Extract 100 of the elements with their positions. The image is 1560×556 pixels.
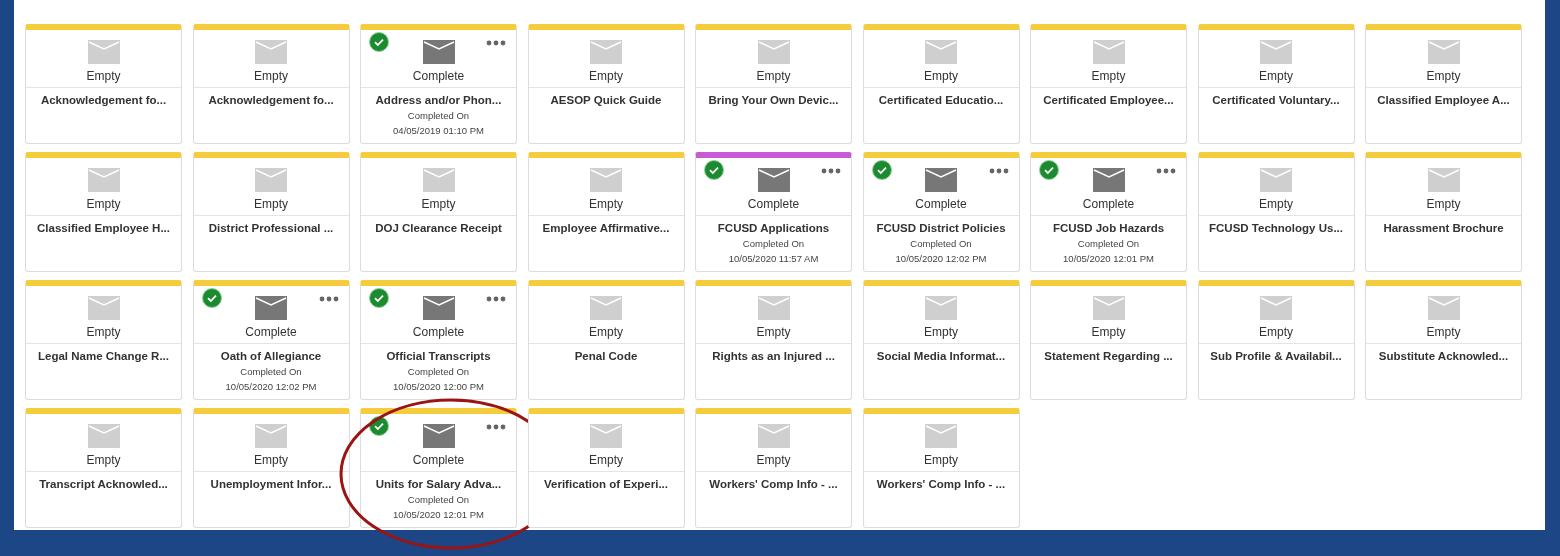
status-label: Empty: [1426, 69, 1461, 83]
envelope-icon: [1427, 296, 1460, 320]
status-label: Empty: [924, 325, 958, 339]
status-label: Empty: [86, 453, 121, 467]
envelope-icon: [1260, 168, 1292, 192]
envelope-icon: [757, 168, 790, 192]
more-icon[interactable]: [988, 168, 1009, 174]
more-icon[interactable]: [821, 168, 841, 174]
document-card[interactable]: Empty DOJ Clearance Receipt: [360, 152, 517, 272]
document-card[interactable]: Empty Verification of Experi...: [527, 408, 685, 528]
document-card[interactable]: Empty Statement Regarding ...: [1030, 280, 1187, 400]
check-icon: [369, 288, 389, 308]
status-label: Complete: [747, 197, 800, 211]
status-label: Empty: [924, 69, 958, 83]
document-title: Acknowledgement fo...: [40, 93, 167, 107]
envelope-icon: [925, 424, 957, 448]
document-card[interactable]: Complete Address and/or Phon... Completed On 04/05/2019 01:10 PM: [360, 24, 517, 144]
document-card[interactable]: Empty Workers' Comp Info - ...: [695, 408, 852, 528]
document-card[interactable]: Empty Acknowledgement fo...: [25, 24, 182, 144]
envelope-icon: [422, 296, 455, 320]
check-icon: [871, 160, 892, 180]
document-title: Verification of Experi...: [544, 477, 668, 491]
document-card[interactable]: Empty Employee Affirmative...: [527, 152, 685, 272]
more-icon[interactable]: [318, 296, 339, 302]
completed-date: 10/05/2020 12:02 PM: [225, 380, 317, 393]
status-label: Empty: [589, 197, 623, 211]
status-label: Empty: [1091, 325, 1126, 339]
status-label: Empty: [86, 197, 121, 211]
completed-date: 10/05/2020 12:01 PM: [1063, 252, 1154, 265]
envelope-icon: [590, 40, 622, 64]
more-icon[interactable]: [486, 424, 506, 430]
document-card[interactable]: Empty Workers' Comp Info - ...: [862, 408, 1020, 528]
document-title: Classified Employee H...: [37, 221, 170, 235]
document-card[interactable]: Empty Certificated Employee...: [1030, 24, 1187, 144]
document-card[interactable]: Empty Certificated Educatio...: [862, 24, 1020, 144]
document-card[interactable]: Empty Sub Profile & Availabil...: [1197, 280, 1355, 400]
document-title: Certificated Educatio...: [878, 93, 1004, 107]
document-card[interactable]: Complete FCUSD District Policies Completed On 10/05/2020 12:02 PM: [862, 152, 1020, 272]
envelope-icon: [1092, 168, 1125, 192]
document-card[interactable]: Complete Units for Salary Adva... Completed On 10/05/2020 12:01 PM: [360, 408, 517, 528]
envelope-icon: [87, 40, 120, 64]
document-title: Workers' Comp Info - ...: [876, 477, 1006, 491]
document-card[interactable]: Empty Certificated Voluntary...: [1197, 24, 1355, 144]
document-title: AESOP Quick Guide: [550, 93, 662, 107]
document-title: Units for Salary Adva...: [375, 477, 502, 491]
more-icon[interactable]: [486, 296, 506, 302]
document-card[interactable]: Empty Legal Name Change R...: [25, 280, 182, 400]
envelope-icon: [590, 424, 622, 448]
document-card[interactable]: Empty AESOP Quick Guide: [527, 24, 685, 144]
document-title: Address and/or Phon...: [375, 93, 502, 107]
document-title: Harassment Brochure: [1383, 221, 1504, 235]
document-title: Certificated Employee...: [1043, 93, 1174, 107]
envelope-icon: [422, 40, 455, 64]
document-card[interactable]: Empty Bring Your Own Devic...: [695, 24, 852, 144]
more-icon[interactable]: [1156, 168, 1176, 174]
document-card[interactable]: Empty Harassment Brochure: [1365, 152, 1522, 272]
completed-label: Completed On: [742, 237, 805, 250]
status-label: Empty: [589, 453, 623, 467]
envelope-icon: [422, 424, 455, 448]
document-title: Unemployment Infor...: [210, 477, 332, 491]
document-card[interactable]: Empty Penal Code: [527, 280, 685, 400]
check-icon: [369, 32, 389, 52]
document-card[interactable]: Empty Rights as an Injured ...: [695, 280, 852, 400]
status-label: Empty: [756, 453, 791, 467]
completed-label: Completed On: [407, 365, 470, 378]
envelope-icon: [925, 168, 957, 192]
document-card[interactable]: Empty Classified Employee A...: [1365, 24, 1522, 144]
status-label: Empty: [421, 197, 456, 211]
document-card[interactable]: Complete Official Transcripts Completed On 10/05/2020 12:00 PM: [360, 280, 517, 400]
document-title: Penal Code: [574, 349, 638, 363]
status-label: Empty: [86, 69, 121, 83]
document-title: FCUSD Job Hazards: [1052, 221, 1165, 235]
document-card[interactable]: Empty District Professional ...: [192, 152, 350, 272]
status-label: Complete: [915, 197, 967, 211]
document-card[interactable]: Empty Unemployment Infor...: [192, 408, 350, 528]
document-card[interactable]: Complete Oath of Allegiance Completed On 10/05/2020 12:02 PM: [192, 280, 350, 400]
more-icon[interactable]: [486, 40, 506, 46]
document-card[interactable]: Empty Substitute Acknowled...: [1365, 280, 1522, 400]
envelope-icon: [1260, 40, 1292, 64]
document-card[interactable]: Empty Acknowledgement fo...: [192, 24, 350, 144]
document-title: Substitute Acknowled...: [1378, 349, 1509, 363]
document-card[interactable]: Empty Classified Employee H...: [25, 152, 182, 272]
document-title: Rights as an Injured ...: [712, 349, 835, 363]
document-card[interactable]: Complete FCUSD Applications Completed On 10/05/2020 11:57 AM: [695, 152, 852, 272]
document-title: Classified Employee A...: [1377, 93, 1510, 107]
check-icon: [201, 288, 222, 308]
status-label: Empty: [589, 69, 623, 83]
completed-label: Completed On: [407, 109, 470, 122]
completed-label: Completed On: [407, 493, 470, 506]
check-icon: [1039, 160, 1059, 180]
document-card[interactable]: Empty Transcript Acknowled...: [25, 408, 182, 528]
envelope-icon: [422, 168, 455, 192]
document-title: Transcript Acknowled...: [39, 477, 168, 491]
document-card[interactable]: Complete FCUSD Job Hazards Completed On 10/05/2020 12:01 PM: [1030, 152, 1187, 272]
document-card[interactable]: Empty FCUSD Technology Us...: [1197, 152, 1355, 272]
document-card[interactable]: Empty Social Media Informat...: [862, 280, 1020, 400]
document-title: Social Media Informat...: [876, 349, 1006, 363]
status-label: Complete: [412, 69, 465, 83]
document-title: FCUSD Applications: [717, 221, 830, 235]
document-title: Sub Profile & Availabil...: [1210, 349, 1342, 363]
